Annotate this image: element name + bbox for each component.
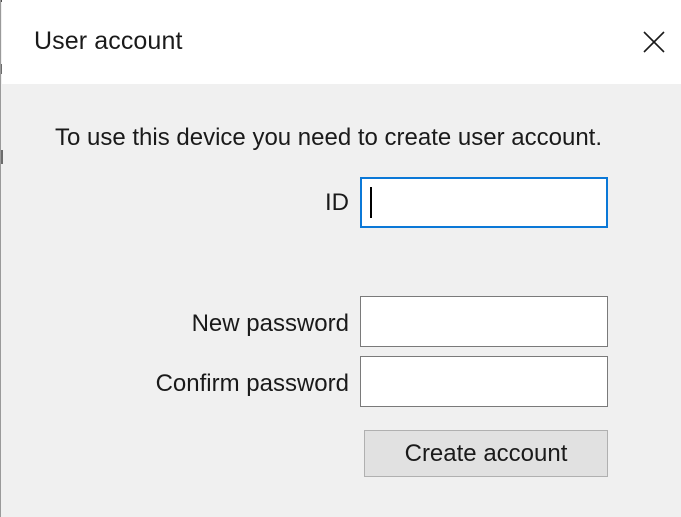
create-account-button[interactable]: Create account (364, 430, 608, 477)
user-account-dialog: User account To use this device you need… (0, 0, 681, 517)
new-password-label: New password (191, 310, 349, 337)
new-password-field[interactable] (360, 296, 608, 347)
dialog-content: To use this device you need to create us… (2, 84, 681, 517)
id-field[interactable] (360, 177, 608, 228)
confirm-password-label: Confirm password (155, 370, 349, 397)
text-caret (370, 187, 372, 218)
id-label: ID (325, 189, 349, 216)
confirm-password-field[interactable] (360, 356, 608, 407)
close-icon (642, 30, 666, 54)
instruction-text: To use this device you need to create us… (55, 124, 602, 151)
close-button[interactable] (626, 14, 681, 70)
title-bar[interactable]: User account (2, 0, 681, 84)
window-title: User account (34, 27, 183, 55)
